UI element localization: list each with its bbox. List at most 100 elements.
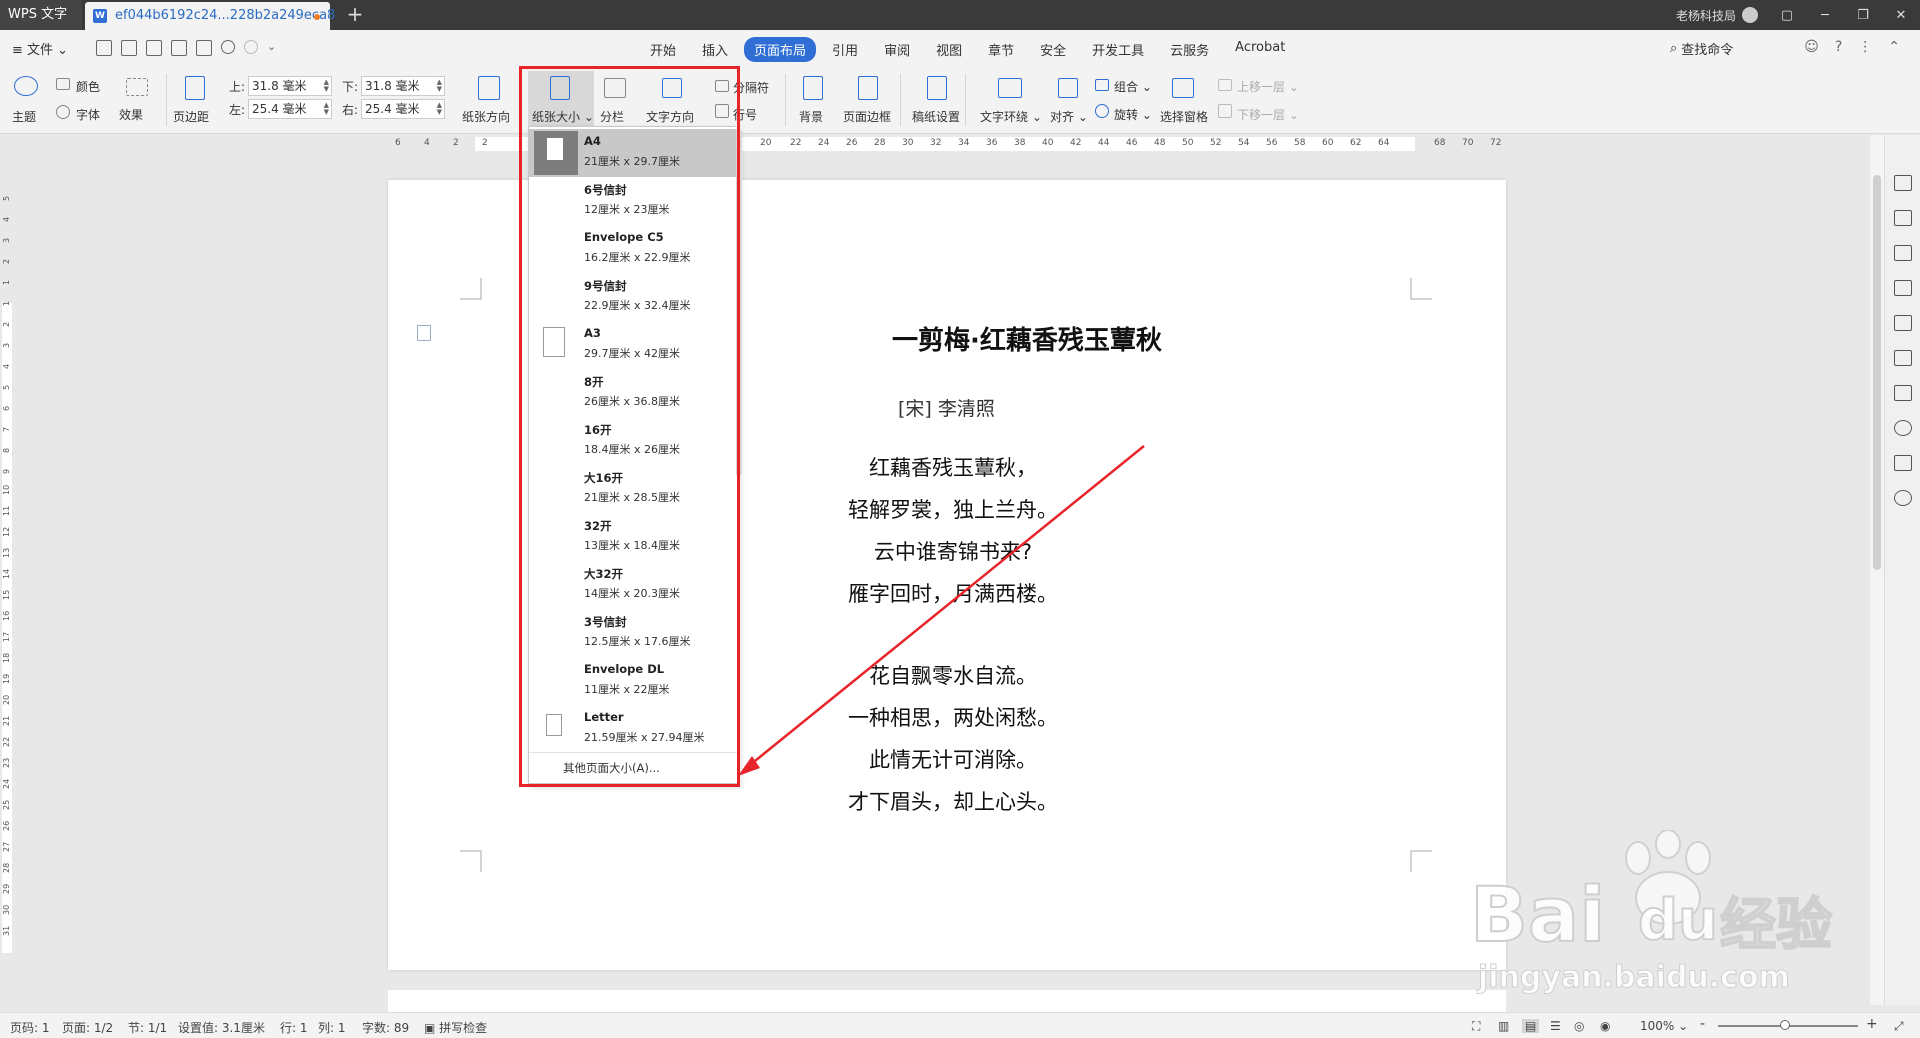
print-preview-icon[interactable] [196,40,212,56]
lock-icon[interactable] [1894,245,1912,261]
scroll-thumb[interactable] [1873,175,1881,570]
fullscreen-icon[interactable]: ⛶ [1472,1019,1480,1034]
settings-icon[interactable] [1894,385,1912,401]
color-button[interactable]: 颜色 [76,78,100,95]
zoom-out-button[interactable]: - [1700,1016,1705,1032]
find-command[interactable]: ⌕ 查找命令 [1670,39,1733,58]
tab-home[interactable]: 开始 [640,37,686,62]
document-tab[interactable]: W ef044b6192c24...228b2a249eca8 [85,2,335,30]
ruler-tick: 2 [482,138,488,148]
rotate-icon [1095,104,1109,118]
vertical-ruler[interactable]: 5 4 3 2 1 1 2 3 4 5 6 7 8 9 10 11 12 13 14 15 16 17 18 19 20 21 22… [0,153,14,953]
file-menu[interactable]: ≡ 文件 ⌄ [12,39,68,58]
group-button[interactable]: 组合 ⌄ [1114,78,1152,95]
effect-button[interactable]: 效果 [119,106,143,123]
select-icon[interactable] [1894,210,1912,226]
tab-view[interactable]: 视图 [926,37,972,62]
status-page[interactable]: 页面: 1/2 [62,1019,113,1036]
tab-acrobat[interactable]: Acrobat [1225,37,1295,62]
feedback-icon[interactable]: ☺ [1804,39,1819,55]
page-view-icon[interactable]: ▤ [1522,1019,1540,1033]
new-tab-button[interactable]: + [340,0,370,30]
top-margin-input[interactable]: 31.8 毫米 ▲ ▼ [248,76,332,96]
page-border-icon [858,76,878,100]
rotate-label: 旋转 [1114,108,1139,122]
redo-icon[interactable] [244,40,258,54]
spinner-icon[interactable]: ▲ ▼ [324,79,329,93]
customize-toolbar-icon[interactable]: ⌄ [267,40,276,56]
undo-icon[interactable] [221,40,235,54]
separator [965,74,966,126]
send-backward-button[interactable]: 下移一层 ⌄ [1237,106,1299,123]
print-icon[interactable] [171,40,187,56]
document-scrollbar[interactable] [1870,135,1884,1005]
app-tab[interactable]: WPS 文字 [0,0,82,30]
restore-button[interactable]: ❐ [1844,8,1882,23]
orientation-button[interactable]: 纸张方向 [462,108,510,125]
close-button[interactable]: ✕ [1882,8,1920,23]
zoom-in-button[interactable]: + [1866,1016,1878,1032]
tab-references[interactable]: 引用 [822,37,868,62]
outline-view-icon[interactable]: ☰ [1550,1019,1561,1033]
history-icon[interactable] [1894,420,1912,436]
poem-line: 此情无计可消除。 [869,748,1037,772]
selection-pane-button[interactable]: 选择窗格 [1160,108,1208,125]
backup-icon[interactable] [1894,455,1912,471]
bring-forward-button[interactable]: 上移一层 ⌄ [1237,78,1299,95]
manuscript-button[interactable]: 稿纸设置 [912,108,960,125]
ruler-tick: 15 [2,589,11,600]
tab-chapter[interactable]: 章节 [978,37,1024,62]
page-border-button[interactable]: 页面边框 [843,108,891,125]
more-icon[interactable]: ⋮ [1858,39,1872,55]
spinner-icon[interactable]: ▲ ▼ [437,79,442,93]
spinner-icon[interactable]: ▲ ▼ [437,102,442,116]
avatar [1742,7,1758,23]
align-button[interactable]: 对齐 ⌄ [1050,108,1088,125]
tab-review[interactable]: 审阅 [874,37,920,62]
ribbon: 主题 颜色 字体 效果 页边距 上: 31.8 毫米 ▲ ▼ 左: 25.4 毫米 ▲… [0,66,1920,134]
web-view-icon[interactable]: ◎ [1574,1019,1584,1033]
margins-button[interactable]: 页边距 [173,108,209,125]
fit-page-icon[interactable]: ⤢ [1894,1019,1904,1034]
tab-developer[interactable]: 开发工具 [1082,37,1154,62]
export-pdf-icon[interactable] [146,40,162,56]
status-word-count[interactable]: 字数: 89 [362,1019,409,1036]
paragraph-layout-icon[interactable] [417,325,431,341]
save-icon[interactable] [121,40,137,56]
tab-cloud[interactable]: 云服务 [1160,37,1219,62]
read-mode-icon[interactable]: ▥ [1498,1019,1509,1033]
archive-icon[interactable] [1894,315,1912,331]
zoom-level[interactable]: 100% ⌄ [1640,1019,1688,1033]
user-account[interactable]: 老杨科技局 [1676,7,1758,24]
tab-security[interactable]: 安全 [1030,37,1076,62]
background-button[interactable]: 背景 [799,108,823,125]
outline-icon[interactable] [1894,350,1912,366]
horizontal-ruler[interactable]: 6 4 2 2 20 22 24 26 28 30 32 34 36 38 40 42 44 46 48 50 52 54… [0,135,1870,153]
orientation-icon [478,76,500,100]
rotate-button[interactable]: 旋转 ⌄ [1114,106,1152,123]
text-wrap-button[interactable]: 文字环绕 ⌄ [980,108,1042,125]
font-button[interactable]: 字体 [76,106,100,123]
collapse-ribbon-icon[interactable]: ⌃ [1888,39,1900,55]
eye-care-icon[interactable]: ◉ [1600,1019,1610,1033]
share-icon[interactable] [1894,490,1912,506]
manuscript-icon [927,76,947,100]
zoom-slider-knob[interactable] [1780,1020,1790,1030]
tab-insert[interactable]: 插入 [692,37,738,62]
window-layout-button[interactable]: ▢ [1768,8,1806,23]
ruler-tick: 5 [2,384,11,390]
left-margin-input[interactable]: 25.4 毫米 ▲ ▼ [248,99,332,119]
edit-icon[interactable] [1894,175,1912,191]
help-icon[interactable]: ? [1835,39,1842,55]
translate-icon[interactable] [1894,280,1912,296]
open-icon[interactable] [96,40,112,56]
bottom-margin-input[interactable]: 31.8 毫米 ▲ ▼ [361,76,445,96]
spell-check-button[interactable]: ▣ 拼写检查 [424,1019,487,1036]
spinner-icon[interactable]: ▲ ▼ [324,102,329,116]
ruler-tick: 11 [2,505,11,516]
ruler-tick: 28 [874,138,886,148]
minimize-button[interactable]: ─ [1806,8,1844,23]
right-margin-input[interactable]: 25.4 毫米 ▲ ▼ [361,99,445,119]
theme-button[interactable]: 主题 [12,108,36,125]
tab-page-layout[interactable]: 页面布局 [744,37,817,62]
